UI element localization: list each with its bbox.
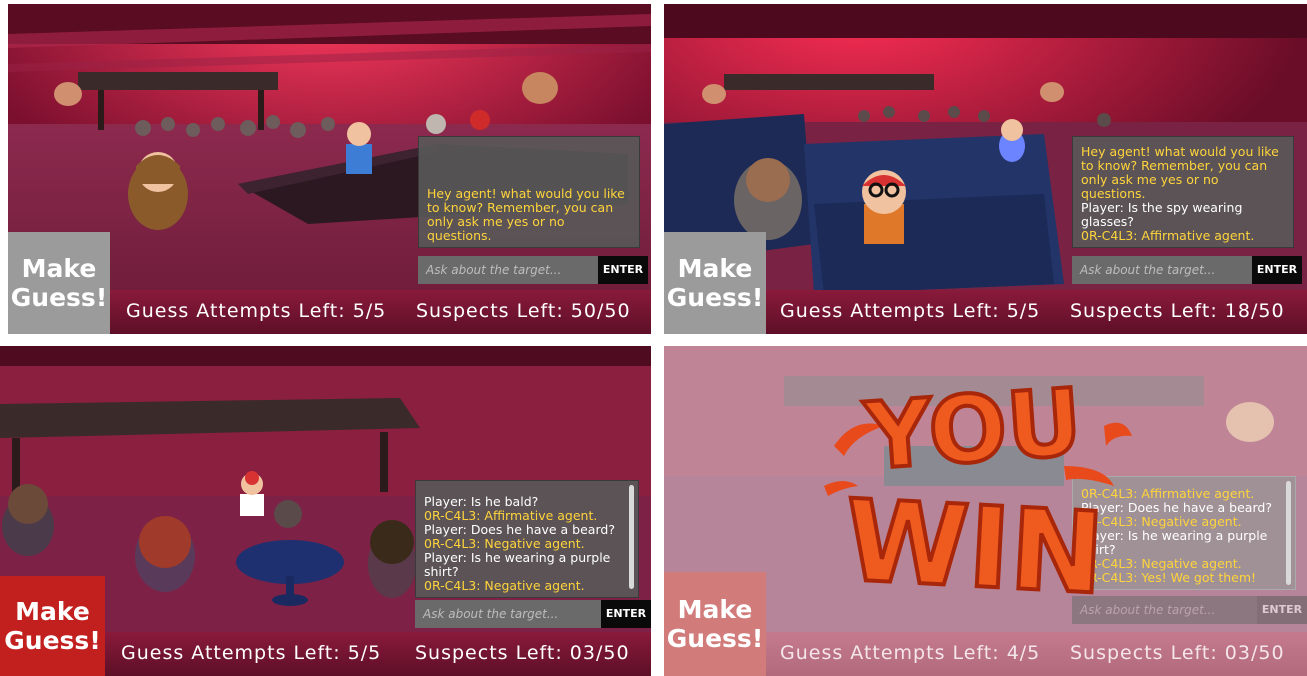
game-panel-3: Player: Is he bald? 0R-C4L3: Affirmative…	[0, 346, 651, 676]
suspect-4	[274, 500, 302, 528]
chat-message: 0R-C4L3: Affirmative agent.	[1081, 228, 1255, 243]
chat-message: 0R-C4L3: Negative agent.	[424, 578, 585, 593]
enter-button[interactable]: ENTER	[1257, 596, 1307, 624]
character-guy	[346, 122, 372, 174]
guess-attempts-counter: Guess Attempts Left: 4/5	[780, 642, 1041, 664]
win-text: WIN	[842, 476, 1107, 616]
guess-attempts-counter: Guess Attempts Left: 5/5	[780, 300, 1041, 322]
chat-message: Player: Does he have a beard?	[424, 522, 615, 537]
hud-bar: Guess Attempts Left: 5/5 Suspects Left: …	[766, 290, 1307, 334]
make-guess-label: Guess!	[666, 283, 764, 312]
game-panel-4: 0R-C4L3: Affirmative agent. Player: Does…	[664, 346, 1307, 676]
make-guess-label: Guess!	[10, 283, 108, 312]
hud-bar: Guess Attempts Left: 5/5 Suspects Left: …	[110, 290, 651, 334]
enter-button[interactable]: ENTER	[601, 600, 651, 628]
make-guess-label: Make	[677, 595, 753, 624]
question-input[interactable]: Ask about the target...	[418, 256, 598, 284]
chat-log: Hey agent! what would you like to know? …	[1072, 136, 1294, 248]
make-guess-button[interactable]: Make Guess!	[664, 572, 766, 676]
question-input[interactable]: Ask about the target...	[1072, 256, 1252, 284]
make-guess-label: Make	[21, 254, 97, 283]
chat-message: 0R-C4L3: Negative agent.	[424, 536, 585, 551]
lamp	[522, 72, 558, 104]
you-text: YOU	[861, 369, 1085, 491]
game-panel-2: Hey agent! what would you like to know? …	[664, 4, 1307, 334]
chat-scrollbar[interactable]	[1286, 481, 1291, 585]
chat-message: Player: Is he bald?	[424, 494, 539, 509]
guess-attempts-counter: Guess Attempts Left: 5/5	[126, 300, 387, 322]
character-red	[470, 110, 490, 130]
suspect-2	[135, 516, 195, 592]
game-panel-1: Hey agent! what would you like to know? …	[8, 4, 651, 334]
lamp	[1040, 82, 1064, 102]
make-guess-button[interactable]: Make Guess!	[0, 576, 105, 676]
character-glasses	[862, 170, 906, 244]
chat-log: Player: Is he bald? 0R-C4L3: Affirmative…	[415, 480, 639, 598]
question-input-bar: Ask about the target... ENTER	[1072, 256, 1302, 284]
chat-message: Player: Is he wearing a purple shirt?	[424, 550, 611, 579]
chat-message: 0R-C4L3: Affirmative agent.	[424, 508, 598, 523]
chat-message: Hey agent! what would you like to know? …	[427, 186, 625, 243]
chat-log: Hey agent! what would you like to know? …	[418, 136, 640, 248]
suspects-counter: Suspects Left: 18/50	[1070, 300, 1285, 322]
character-granny	[426, 114, 446, 134]
character-blonde	[999, 119, 1025, 162]
pergola-roof	[724, 74, 934, 90]
make-guess-label: Guess!	[666, 624, 764, 653]
chat-message: Player: Is the spy wearing glasses?	[1081, 200, 1243, 229]
lamp	[54, 82, 82, 106]
suspect-3	[368, 520, 416, 598]
make-guess-label: Make	[15, 597, 90, 626]
make-guess-button[interactable]: Make Guess!	[664, 232, 766, 334]
suspects-counter: Suspects Left: 03/50	[415, 642, 630, 664]
you-win-banner: YOU WIN	[824, 367, 1132, 616]
suspects-counter: Suspects Left: 50/50	[416, 300, 631, 322]
enter-button[interactable]: ENTER	[598, 256, 648, 284]
lamp	[702, 84, 726, 104]
make-guess-button[interactable]: Make Guess!	[8, 232, 110, 334]
make-guess-label: Guess!	[4, 626, 101, 655]
hud-bar: Guess Attempts Left: 4/5 Suspects Left: …	[766, 632, 1307, 676]
question-input-bar: Ask about the target... ENTER	[418, 256, 648, 284]
hud-bar: Guess Attempts Left: 5/5 Suspects Left: …	[105, 632, 651, 676]
question-input[interactable]: Ask about the target...	[415, 600, 601, 628]
enter-button[interactable]: ENTER	[1252, 256, 1302, 284]
chat-scrollbar[interactable]	[629, 485, 634, 589]
question-input-bar: Ask about the target... ENTER	[415, 600, 651, 628]
guess-attempts-counter: Guess Attempts Left: 5/5	[121, 642, 382, 664]
make-guess-label: Make	[677, 254, 753, 283]
pergola-roof	[78, 72, 278, 90]
chat-message: Hey agent! what would you like to know? …	[1081, 144, 1279, 201]
suspects-counter: Suspects Left: 03/50	[1070, 642, 1285, 664]
